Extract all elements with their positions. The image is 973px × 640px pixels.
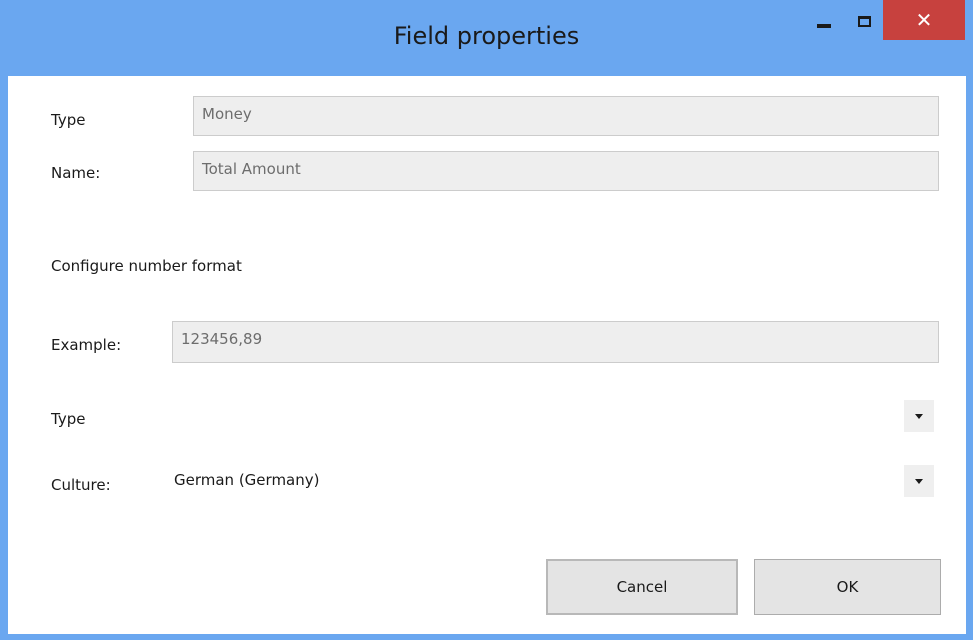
dialog-content: Type Money Name: Total Amount Configure … [8, 76, 966, 634]
close-button[interactable]: ✕ [883, 0, 965, 40]
example-value: 123456,89 [181, 330, 263, 348]
number-format-heading: Configure number format [51, 257, 242, 275]
name-field[interactable]: Total Amount [193, 151, 939, 191]
close-icon: ✕ [915, 8, 933, 32]
culture-value[interactable]: German (Germany) [174, 471, 319, 489]
minimize-button[interactable] [801, 0, 847, 42]
culture-label: Culture: [51, 476, 111, 494]
title-bar[interactable]: Field properties ✕ [0, 0, 973, 88]
example-field[interactable]: 123456,89 [172, 321, 939, 363]
maximize-button[interactable] [848, 0, 880, 42]
minimize-icon [817, 24, 831, 28]
culture-dropdown[interactable] [904, 465, 934, 497]
dialog-window: Field properties ✕ Type Money Name: Tota… [0, 0, 973, 640]
name-value: Total Amount [202, 160, 301, 178]
ok-button[interactable]: OK [754, 559, 941, 615]
type-label: Type [51, 111, 86, 129]
type-value: Money [202, 105, 252, 123]
format-type-dropdown[interactable] [904, 400, 934, 432]
type-field[interactable]: Money [193, 96, 939, 136]
example-label: Example: [51, 336, 122, 354]
format-type-label: Type [51, 410, 86, 428]
maximize-icon [857, 15, 871, 27]
name-label: Name: [51, 164, 101, 182]
cancel-button[interactable]: Cancel [546, 559, 738, 615]
